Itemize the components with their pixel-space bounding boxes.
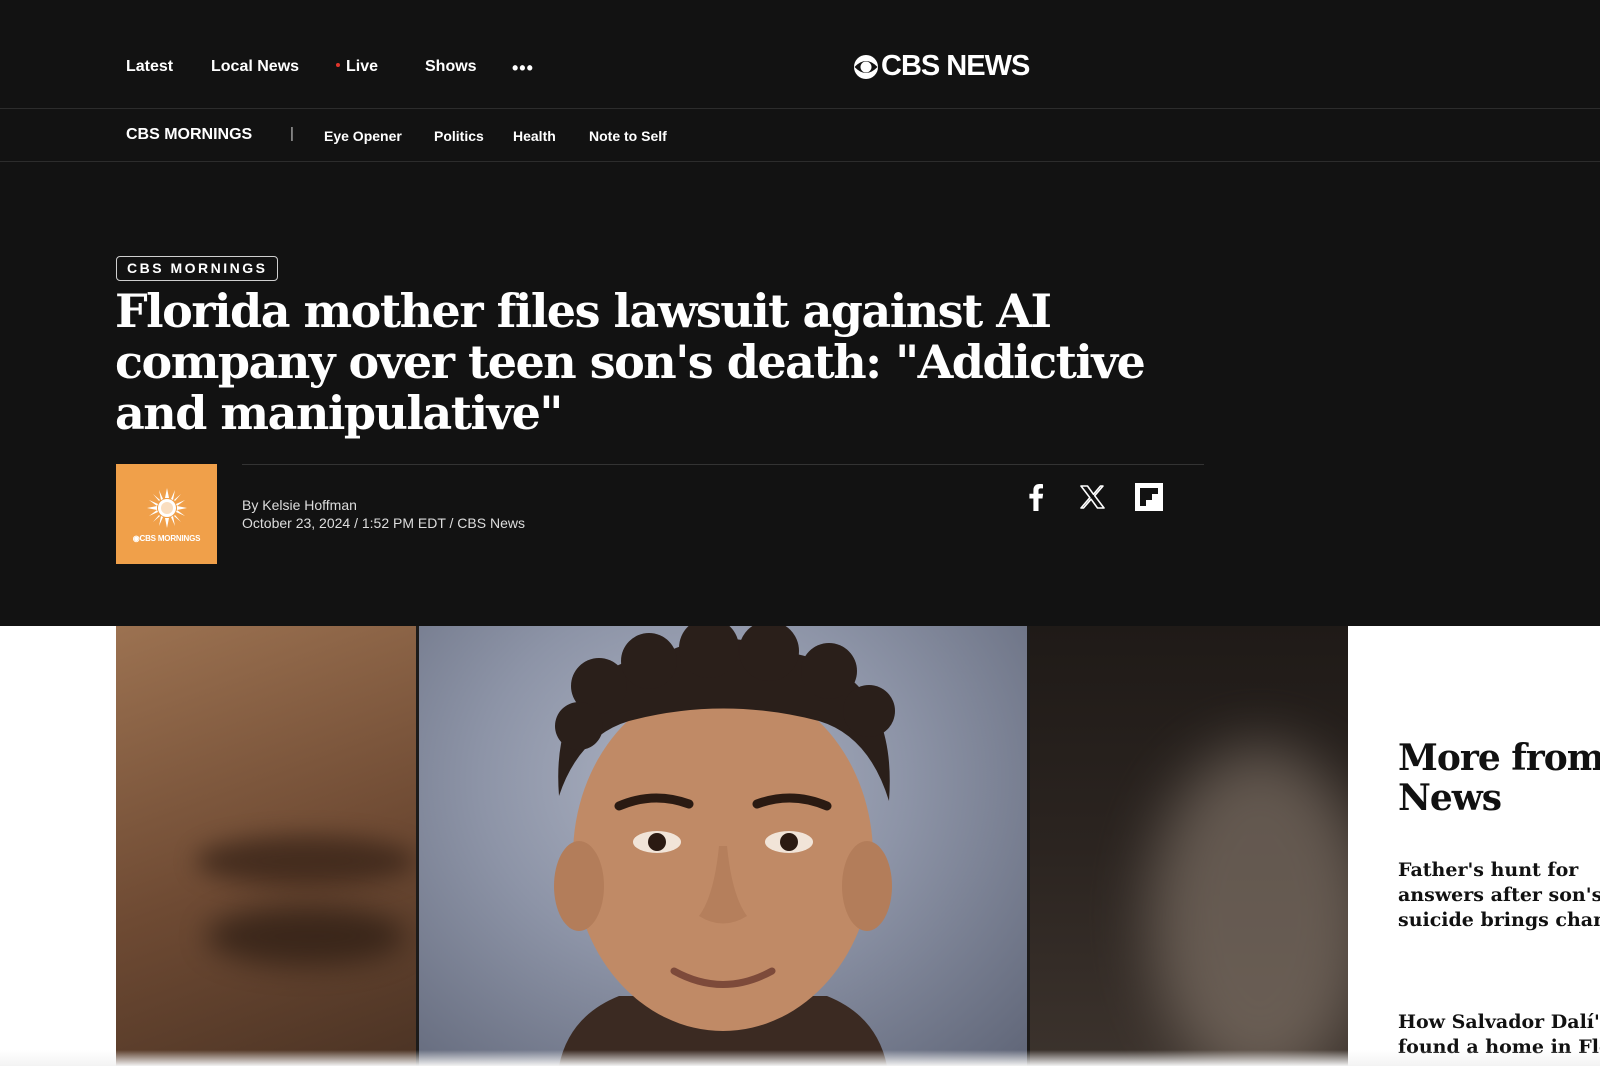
flipboard-icon xyxy=(1135,483,1163,511)
sidebar-story-link[interactable]: Father's hunt for answers after son's su… xyxy=(1398,858,1600,933)
hero-left-panel xyxy=(116,626,416,1066)
byline-divider xyxy=(242,464,1204,465)
section-navigation: CBS MORNINGS | Eye Opener Politics Healt… xyxy=(0,109,1600,162)
facebook-share-button[interactable] xyxy=(1021,482,1051,512)
facebook-icon xyxy=(1029,484,1044,511)
x-share-button[interactable] xyxy=(1077,482,1107,512)
subnav-note-to-self[interactable]: Note to Self xyxy=(589,128,667,144)
sun-icon xyxy=(146,487,187,528)
nav-live[interactable]: Live xyxy=(336,58,378,76)
publish-date: October 23, 2024 / 1:52 PM EDT / CBS New… xyxy=(242,515,525,531)
cbs-eye-icon xyxy=(854,54,878,79)
subnav-health[interactable]: Health xyxy=(513,128,556,144)
hero-right-panel xyxy=(1030,626,1348,1066)
hero-portrait-panel xyxy=(416,626,1030,1066)
subnav-eye-opener[interactable]: Eye Opener xyxy=(324,128,402,144)
nav-shows[interactable]: Shows xyxy=(425,58,477,76)
article-hero-image[interactable] xyxy=(116,626,1348,1066)
byline: By Kelsie Hoffman October 23, 2024 / 1:5… xyxy=(242,496,525,532)
author-name: By Kelsie Hoffman xyxy=(242,497,357,513)
cbs-news-logo[interactable]: CBS NEWS xyxy=(853,50,1030,83)
bottom-fade xyxy=(0,1050,1600,1066)
avatar-label: ◉CBS MORNINGS xyxy=(132,533,201,543)
portrait-illustration xyxy=(554,626,895,1066)
x-icon xyxy=(1080,485,1105,509)
nav-latest[interactable]: Latest xyxy=(126,58,173,76)
nav-local-news[interactable]: Local News xyxy=(211,58,299,76)
nav-live-label: Live xyxy=(346,58,379,75)
live-dot-icon xyxy=(336,62,340,67)
sidebar-title: More from News xyxy=(1398,737,1600,819)
article-category-tag[interactable]: CBS MORNINGS xyxy=(116,256,279,281)
section-separator: | xyxy=(290,125,294,142)
top-navigation: Latest Local News Live Shows ••• CBS NEW… xyxy=(0,0,1600,109)
author-avatar[interactable]: ◉CBS MORNINGS xyxy=(116,464,217,564)
more-menu-icon[interactable]: ••• xyxy=(512,58,534,79)
logo-text: CBS NEWS xyxy=(881,50,1030,82)
section-brand-link[interactable]: CBS MORNINGS xyxy=(126,126,252,144)
flipboard-share-button[interactable] xyxy=(1134,482,1164,512)
subnav-politics[interactable]: Politics xyxy=(434,128,484,144)
article-headline: Florida mother files lawsuit against AI … xyxy=(115,284,1146,440)
